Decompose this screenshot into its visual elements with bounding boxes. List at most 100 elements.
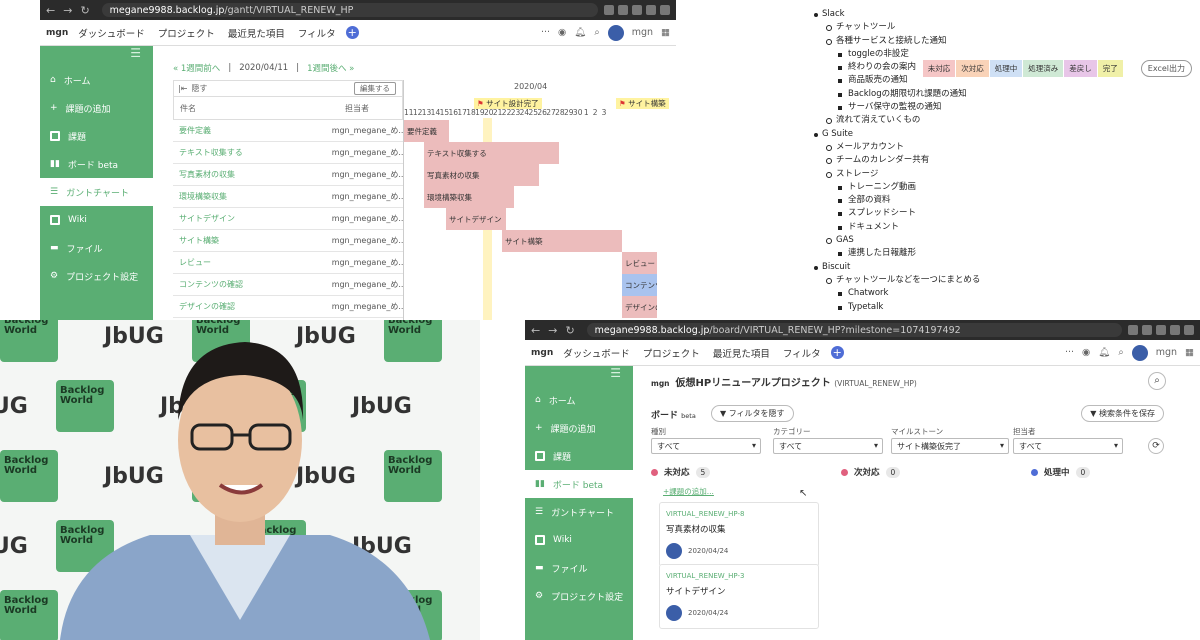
sidebar-item-issues[interactable]: 課題	[525, 442, 633, 470]
sidebar-item-board[interactable]: ▮▮ ボード beta	[525, 470, 633, 498]
back-icon[interactable]: ←	[46, 4, 55, 17]
menu-filter[interactable]: フィルタ	[298, 29, 336, 40]
menu-dashboard[interactable]: ダッシュボード	[563, 349, 630, 360]
extension-icon[interactable]	[646, 5, 656, 15]
task-name[interactable]: 環境構築収集	[173, 191, 332, 202]
search-icon[interactable]: ⌕	[1118, 347, 1123, 358]
filter-select[interactable]: すべて	[651, 438, 761, 454]
gantt-row[interactable]: サイト構築 mgn_megane_め...	[173, 230, 403, 252]
reset-icon[interactable]: ⟳	[1148, 438, 1164, 454]
sidebar-item-wiki[interactable]: Wiki	[525, 526, 633, 554]
gantt-bar[interactable]: 要件定義	[404, 120, 449, 142]
watch-icon[interactable]: ◉	[558, 27, 566, 38]
gantt-bar[interactable]: テキスト収集する	[424, 142, 559, 164]
gantt-row[interactable]: 環境構築収集 mgn_megane_め...	[173, 186, 403, 208]
sidebar-item-add-issue[interactable]: + 課題の追加	[525, 414, 633, 442]
watch-icon[interactable]: ◉	[1082, 347, 1090, 358]
forward-icon[interactable]: →	[63, 4, 72, 17]
gantt-row[interactable]: 要件定義 mgn_megane_め...	[173, 120, 403, 142]
excel-export-button[interactable]: Excel出力	[1140, 59, 1192, 77]
filter-select[interactable]: サイト構築仮完了	[891, 438, 1009, 454]
extension-icon[interactable]	[1156, 325, 1166, 335]
address-bar[interactable]: megane9988.backlog.jp/gantt/VIRTUAL_RENE…	[101, 3, 598, 17]
more-icon[interactable]: ···	[1065, 347, 1074, 358]
extension-icon[interactable]	[632, 5, 642, 15]
filter-select[interactable]: すべて	[1013, 438, 1123, 454]
sidebar-item-home[interactable]: ⌂ ホーム	[40, 66, 153, 94]
bell-icon[interactable]: 🔔︎	[1098, 347, 1110, 358]
gantt-row[interactable]: 写真素材の収集 mgn_megane_め...	[173, 164, 403, 186]
extension-icon[interactable]	[1170, 325, 1180, 335]
reload-icon[interactable]: ↻	[80, 4, 89, 17]
reload-icon[interactable]: ↻	[565, 324, 574, 337]
gantt-bar[interactable]: レビュー	[622, 252, 657, 274]
issue-key[interactable]: VIRTUAL_RENEW_HP-8	[666, 510, 812, 518]
prev-week-link[interactable]: « 1週間前へ	[173, 62, 220, 74]
menu-project[interactable]: プロジェクト	[643, 349, 700, 360]
sidebar-item-gantt[interactable]: ☰ ガントチャート	[525, 498, 633, 526]
apps-icon[interactable]: ▦	[1185, 347, 1194, 358]
task-name[interactable]: デザインの確認	[173, 301, 332, 312]
gantt-row[interactable]: レビュー mgn_megane_め...	[173, 252, 403, 274]
back-icon[interactable]: ←	[531, 324, 540, 337]
sidebar-item-issues[interactable]: 課題	[40, 122, 153, 150]
gantt-bar[interactable]: 環境構築収集	[424, 186, 514, 208]
sidebar-item-files[interactable]: ▬ ファイル	[40, 234, 153, 262]
add-icon[interactable]: +	[830, 346, 844, 359]
sidebar-item-gantt[interactable]: ☰ ガントチャート	[40, 178, 153, 206]
avatar[interactable]	[607, 24, 624, 41]
task-name[interactable]: レビュー	[173, 257, 332, 268]
sidebar-item-home[interactable]: ⌂ ホーム	[525, 386, 633, 414]
extension-icon[interactable]	[660, 5, 670, 15]
apps-icon[interactable]: ▦	[661, 27, 670, 38]
extension-icon[interactable]	[1128, 325, 1138, 335]
project-title[interactable]: mgn 仮想HPリニューアルプロジェクト (VIRTUAL_RENEW_HP)	[651, 374, 917, 389]
menu-icon[interactable]: ☰	[40, 46, 153, 66]
menu-icon[interactable]: ☰	[525, 366, 633, 386]
app-logo[interactable]: mgn	[531, 348, 553, 358]
gantt-row[interactable]: テキスト収集する mgn_megane_め...	[173, 142, 403, 164]
gantt-bar[interactable]: デザインの	[622, 296, 657, 318]
sidebar-item-add-issue[interactable]: + 課題の追加	[40, 94, 153, 122]
sidebar-item-settings[interactable]: ⚙ プロジェクト設定	[525, 582, 633, 610]
gantt-row[interactable]: サイトデザイン mgn_megane_め...	[173, 208, 403, 230]
search-icon[interactable]: ⌕	[594, 27, 599, 38]
filter-select[interactable]: すべて	[773, 438, 883, 454]
extension-icon[interactable]	[618, 5, 628, 15]
gantt-bar[interactable]: 写真素材の収集	[424, 164, 539, 186]
issue-card[interactable]: VIRTUAL_RENEW_HP-3 サイトデザイン 2020/04/24	[659, 564, 819, 629]
extension-icon[interactable]	[1184, 325, 1194, 335]
gantt-bar[interactable]: サイト構築	[502, 230, 622, 252]
task-name[interactable]: コンテンツの確認	[173, 279, 332, 290]
task-name[interactable]: サイトデザイン	[173, 213, 332, 224]
bell-icon[interactable]: 🔔︎	[574, 27, 586, 38]
sidebar-item-files[interactable]: ▬ ファイル	[525, 554, 633, 582]
collapse-icon[interactable]: |⇤	[178, 84, 187, 93]
address-bar[interactable]: megane9988.backlog.jp/board/VIRTUAL_RENE…	[586, 323, 1122, 337]
search-icon[interactable]: ⌕	[1148, 372, 1166, 390]
extension-icon[interactable]	[1142, 325, 1152, 335]
save-search-button[interactable]: ▼ 検索条件を保存	[1081, 405, 1164, 422]
gantt-row[interactable]: コンテンツの確認 mgn_megane_め...	[173, 274, 403, 296]
add-issue-link[interactable]: +課題の追加...	[663, 486, 714, 497]
sidebar-item-wiki[interactable]: Wiki	[40, 206, 153, 234]
forward-icon[interactable]: →	[548, 324, 557, 337]
hide-button[interactable]: 隠す	[191, 83, 207, 94]
menu-recent[interactable]: 最近見た項目	[228, 29, 285, 40]
add-icon[interactable]: +	[345, 26, 359, 39]
edit-button[interactable]: 編集する	[354, 82, 396, 95]
menu-dashboard[interactable]: ダッシュボード	[78, 29, 145, 40]
avatar[interactable]	[1131, 344, 1148, 361]
extension-icon[interactable]	[604, 5, 614, 15]
sidebar-item-settings[interactable]: ⚙ プロジェクト設定	[40, 262, 153, 290]
menu-project[interactable]: プロジェクト	[158, 29, 215, 40]
issue-card[interactable]: VIRTUAL_RENEW_HP-8 写真素材の収集 2020/04/24	[659, 502, 819, 567]
issue-key[interactable]: VIRTUAL_RENEW_HP-3	[666, 572, 812, 580]
task-name[interactable]: 要件定義	[173, 125, 332, 136]
gantt-bar[interactable]: サイトデザイン	[446, 208, 506, 230]
task-name[interactable]: テキスト収集する	[173, 147, 332, 158]
hide-filter-button[interactable]: ▼ フィルタを隠す	[711, 405, 794, 422]
sidebar-item-board[interactable]: ▮▮ ボード beta	[40, 150, 153, 178]
more-icon[interactable]: ···	[541, 27, 550, 38]
task-name[interactable]: サイト構築	[173, 235, 332, 246]
